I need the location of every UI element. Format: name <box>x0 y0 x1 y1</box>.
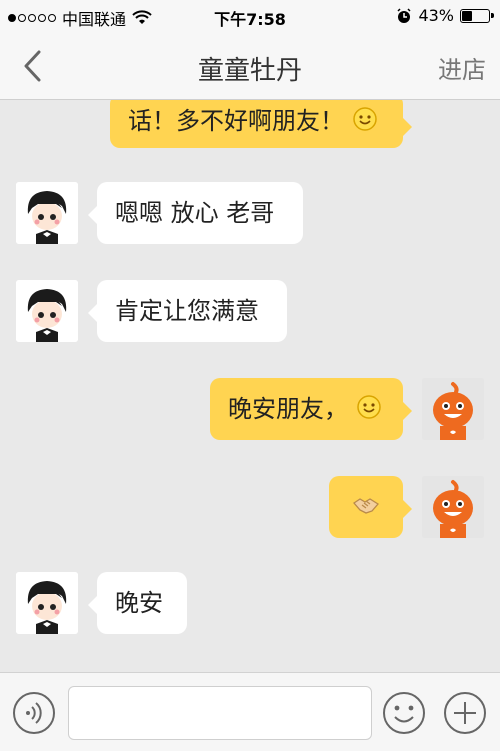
battery-icon <box>460 8 494 23</box>
message-text: 晚安 <box>115 589 163 617</box>
contact-avatar[interactable] <box>16 572 78 634</box>
smile-emoji-icon <box>352 106 378 136</box>
message-bubble[interactable]: 晚安 <box>88 572 187 634</box>
handshake-emoji-icon <box>352 493 380 521</box>
emoji-button[interactable] <box>382 691 426 735</box>
my-avatar[interactable] <box>422 378 484 440</box>
message-bubble[interactable]: 肯定让您满意 <box>88 280 287 342</box>
voice-button[interactable] <box>12 691 56 735</box>
enter-store-button[interactable]: 进店 <box>438 50 486 85</box>
battery-fill <box>462 10 472 21</box>
status-bar: 中国联通 下午7:58 43% <box>0 0 500 32</box>
status-right: 43% <box>396 6 494 25</box>
chat-area[interactable]: 话！多不好啊朋友！ 嗯嗯 放心 老哥 肯定让您满意 晚安朋友， 晚安 <box>0 100 500 672</box>
voice-icon <box>13 692 55 734</box>
battery-percent: 43% <box>418 6 454 25</box>
message-input[interactable] <box>68 686 372 740</box>
nav-bar: 童童牡丹 进店 <box>0 32 500 100</box>
message-text: 晚安朋友， <box>228 395 348 423</box>
message-bubble[interactable]: 晚安朋友， <box>210 378 412 440</box>
message-text: 话！多不好啊朋友！ <box>128 107 344 135</box>
smile-emoji-icon <box>356 394 382 424</box>
message-bubble[interactable]: 嗯嗯 放心 老哥 <box>88 182 303 244</box>
input-bar <box>0 672 500 751</box>
page-title: 童童牡丹 <box>197 56 302 86</box>
emoji-icon <box>383 692 425 734</box>
alarm-icon <box>397 7 411 23</box>
my-avatar[interactable] <box>422 476 484 538</box>
plus-icon <box>444 692 486 734</box>
message-text: 肯定让您满意 <box>115 297 259 325</box>
message-bubble[interactable]: 话！多不好啊朋友！ <box>110 100 412 148</box>
message-text: 嗯嗯 放心 老哥 <box>115 199 275 227</box>
more-button[interactable] <box>443 691 487 735</box>
contact-avatar[interactable] <box>16 280 78 342</box>
contact-avatar[interactable] <box>16 182 78 244</box>
message-bubble[interactable] <box>329 476 412 538</box>
